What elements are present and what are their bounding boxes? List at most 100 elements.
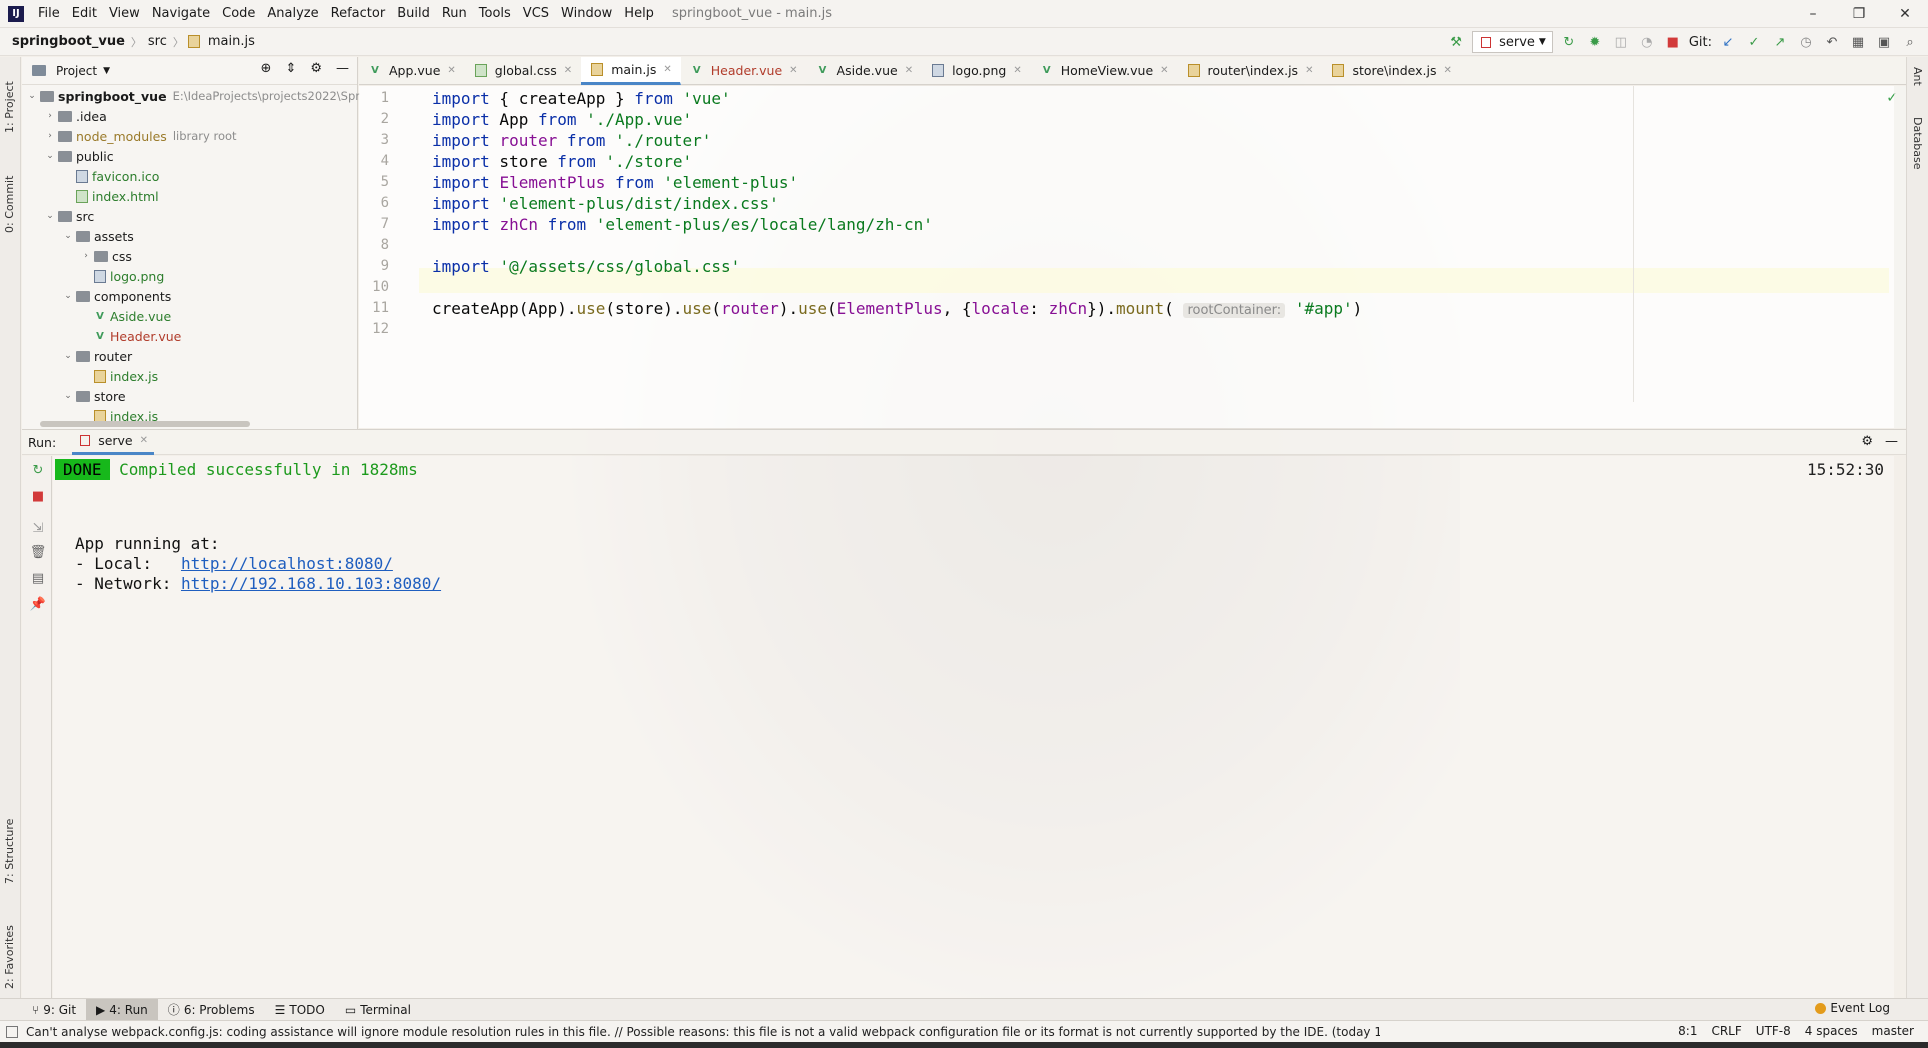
menu-code[interactable]: Code xyxy=(216,0,261,28)
chevron-down-icon[interactable]: ⌄ xyxy=(62,231,74,241)
tree-item[interactable]: V Header.vue xyxy=(80,326,181,346)
tool-window-run[interactable]: ▶ 4: Run xyxy=(86,998,158,1021)
database-tool-tab[interactable]: Database xyxy=(1911,117,1924,170)
tree-item[interactable]: ⌄ public xyxy=(44,146,113,166)
close-icon[interactable]: ✕ xyxy=(789,65,797,76)
tree-item[interactable]: ⌄ assets xyxy=(62,226,134,246)
tree-item[interactable]: ⌄ router xyxy=(62,346,132,366)
chevron-down-icon[interactable]: ⌄ xyxy=(26,91,38,101)
editor-tab[interactable]: V Header.vue ✕ xyxy=(681,57,807,85)
chevron-down-icon[interactable]: ⌄ xyxy=(44,151,56,161)
ant-tool-tab[interactable]: Ant xyxy=(1911,67,1924,86)
profile-icon[interactable]: ◔ xyxy=(1637,32,1657,52)
git-commit-icon[interactable]: ✓ xyxy=(1744,32,1764,52)
menu-refactor[interactable]: Refactor xyxy=(325,0,392,28)
run-console[interactable]: DONE Compiled successfully in 1828ms 15:… xyxy=(53,456,1894,998)
git-push-icon[interactable]: ↗ xyxy=(1770,32,1790,52)
chevron-down-icon[interactable]: ⌄ xyxy=(62,291,74,301)
build-hammer-icon[interactable]: ⚒ xyxy=(1446,32,1466,52)
coverage-icon[interactable]: ◫ xyxy=(1611,32,1631,52)
chevron-right-icon[interactable]: › xyxy=(44,131,56,141)
locate-icon[interactable]: ⊕ xyxy=(261,61,272,76)
close-icon[interactable]: ✕ xyxy=(1443,65,1451,76)
breadcrumb-src[interactable]: src xyxy=(144,34,171,49)
menu-navigate[interactable]: Navigate xyxy=(146,0,216,28)
soft-wrap-icon[interactable]: ⇲ xyxy=(30,520,46,536)
chevron-right-icon[interactable]: › xyxy=(80,251,92,261)
menu-help[interactable]: Help xyxy=(618,0,660,28)
horizontal-scrollbar[interactable] xyxy=(40,421,250,427)
breadcrumb-project[interactable]: springboot_vue xyxy=(0,34,129,49)
project-tool-tab[interactable]: 1: Project xyxy=(3,63,16,133)
event-log-button[interactable]: Event Log xyxy=(1815,1001,1890,1015)
tree-item[interactable]: ⌄ src xyxy=(44,206,94,226)
presentation-icon[interactable]: ▣ xyxy=(1874,32,1894,52)
tree-item[interactable]: ⌄ store xyxy=(62,386,125,406)
chevron-right-icon[interactable]: › xyxy=(44,111,56,121)
gear-icon[interactable]: ⚙ xyxy=(1861,434,1873,449)
code-editor[interactable]: 1 2 3 4 5 6 7 8 9 10 11 12 import { createApp } fro… xyxy=(359,86,1906,428)
tree-item[interactable]: › node_modules library root xyxy=(44,126,236,146)
menu-tools[interactable]: Tools xyxy=(473,0,517,28)
favorites-tool-tab[interactable]: 2: Favorites xyxy=(3,909,16,989)
chevron-down-icon[interactable]: ⌄ xyxy=(62,351,74,361)
status-toggle-icon[interactable] xyxy=(6,1026,18,1038)
hide-icon[interactable]: — xyxy=(336,61,349,76)
git-branch[interactable]: master xyxy=(1872,1024,1914,1038)
collapse-all-icon[interactable]: ⇕ xyxy=(285,61,296,76)
editor-tab[interactable]: main.js ✕ xyxy=(581,56,681,85)
chevron-down-icon[interactable]: ⌄ xyxy=(62,391,74,401)
menu-view[interactable]: View xyxy=(103,0,146,28)
caret-position[interactable]: 8:1 xyxy=(1678,1024,1697,1038)
run-config-selector[interactable]: serve ▼ xyxy=(1472,31,1553,53)
tool-window-todo[interactable]: ☰ TODO xyxy=(265,999,335,1021)
minimize-button[interactable]: – xyxy=(1790,0,1836,28)
rerun-icon[interactable]: ↻ xyxy=(30,462,46,478)
gear-icon[interactable]: ⚙ xyxy=(310,61,322,76)
indent-setting[interactable]: 4 spaces xyxy=(1805,1024,1858,1038)
tree-item[interactable]: › .idea xyxy=(44,106,107,126)
search-icon[interactable]: ⌕ xyxy=(1900,32,1920,52)
pin-icon[interactable]: 📌 xyxy=(30,596,46,612)
line-separator[interactable]: CRLF xyxy=(1711,1024,1741,1038)
tree-item[interactable]: logo.png xyxy=(80,266,164,286)
tree-item[interactable]: › css xyxy=(80,246,132,266)
tree-item[interactable]: ⌄ springboot_vue E:\IdeaProjects\projects2… xyxy=(26,86,360,106)
stop-icon[interactable]: ■ xyxy=(1663,32,1683,52)
menu-run[interactable]: Run xyxy=(436,0,473,28)
close-icon[interactable]: ✕ xyxy=(564,65,572,76)
tree-item[interactable]: favicon.ico xyxy=(62,166,159,186)
breadcrumb-file[interactable]: main.js xyxy=(204,34,259,49)
hide-icon[interactable]: — xyxy=(1885,434,1898,449)
close-icon[interactable]: ✕ xyxy=(1305,65,1313,76)
chevron-down-icon[interactable]: ▼ xyxy=(103,66,110,76)
editor-tab[interactable]: router\index.js ✕ xyxy=(1178,57,1323,85)
rerun-icon[interactable]: ↻ xyxy=(1559,32,1579,52)
tree-item[interactable]: V Aside.vue xyxy=(80,306,171,326)
editor-tab[interactable]: V App.vue ✕ xyxy=(359,57,465,85)
restore-button[interactable]: ❐ xyxy=(1836,0,1882,28)
close-icon[interactable]: ✕ xyxy=(1013,65,1021,76)
run-tab-serve[interactable]: serve ✕ xyxy=(72,429,155,455)
close-icon[interactable]: ✕ xyxy=(140,435,148,446)
menu-file[interactable]: File xyxy=(32,0,66,28)
tool-window-problems[interactable]: ⓘ 6: Problems xyxy=(158,999,265,1021)
menu-analyze[interactable]: Analyze xyxy=(261,0,324,28)
editor-tab[interactable]: store\index.js ✕ xyxy=(1322,57,1460,85)
local-url-link[interactable]: http://localhost:8080/ xyxy=(181,554,393,573)
close-icon[interactable]: ✕ xyxy=(447,65,455,76)
git-rollback-icon[interactable]: ↶ xyxy=(1822,32,1842,52)
tree-item[interactable]: index.html xyxy=(62,186,159,206)
close-icon[interactable]: ✕ xyxy=(663,64,671,75)
git-update-icon[interactable]: ↙ xyxy=(1718,32,1738,52)
commit-tool-tab[interactable]: 0: Commit xyxy=(3,153,16,233)
editor-tab[interactable]: V HomeView.vue ✕ xyxy=(1031,57,1178,85)
trash-icon[interactable]: 🗑 xyxy=(30,544,47,560)
file-encoding[interactable]: UTF-8 xyxy=(1756,1024,1791,1038)
close-icon[interactable]: ✕ xyxy=(1160,65,1168,76)
structure-tool-tab[interactable]: 7: Structure xyxy=(3,802,16,884)
git-history-icon[interactable]: ◷ xyxy=(1796,32,1816,52)
menu-build[interactable]: Build xyxy=(391,0,436,28)
tree-item[interactable]: index.js xyxy=(80,366,158,386)
vertical-scrollbar[interactable] xyxy=(1894,86,1906,428)
